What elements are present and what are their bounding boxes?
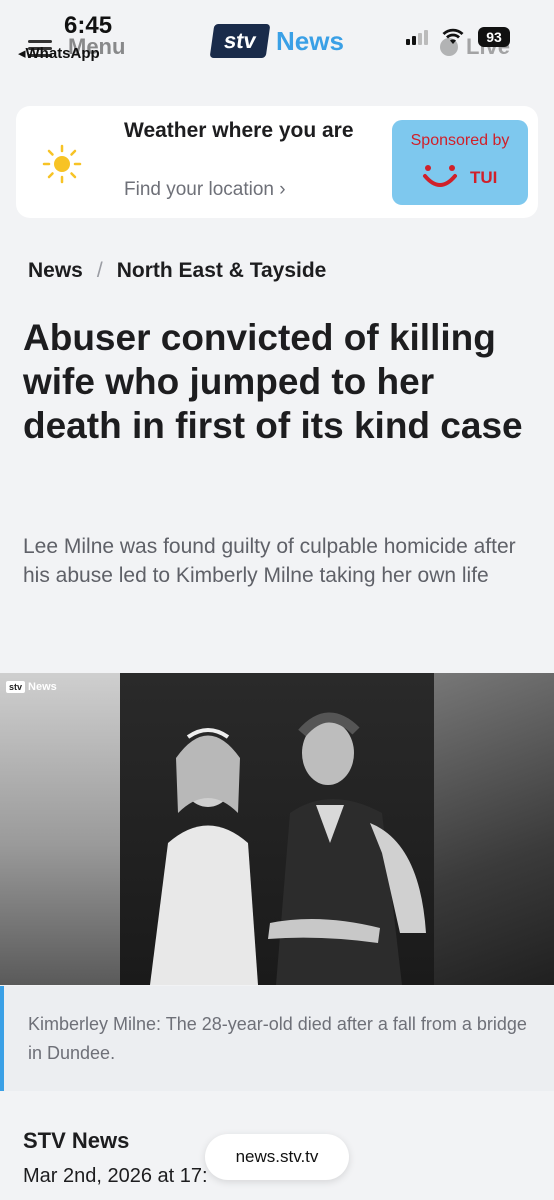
article-photo[interactable]: stv News — [0, 673, 554, 985]
article-author[interactable]: STV News — [23, 1128, 129, 1154]
watermark-news-label: News — [28, 681, 57, 693]
article-headline: Abuser convicted of killing wife who jum… — [23, 317, 523, 446]
back-to-whatsapp-link[interactable]: ◂WhatsApp — [18, 44, 100, 62]
sun-icon — [42, 144, 82, 184]
breadcrumb-north-east-tayside[interactable]: North East & Tayside — [117, 259, 327, 283]
cellular-signal-icon — [406, 30, 428, 45]
tui-logo-icon — [422, 164, 458, 199]
sponsor-label: Sponsored by — [410, 132, 510, 149]
photo-caption: Kimberley Milne: The 28-year-old died af… — [28, 1014, 527, 1063]
photo-caption-box: Kimberley Milne: The 28-year-old died af… — [0, 986, 554, 1091]
browser-url-pill[interactable]: news.stv.tv — [205, 1134, 349, 1180]
breadcrumb-separator: / — [96, 259, 103, 282]
article-standfirst: Lee Milne was found guilty of culpable h… — [23, 535, 516, 587]
sponsor-brand: TUI — [470, 168, 498, 187]
weather-title: Weather where you are — [124, 119, 354, 142]
battery-indicator: 93 — [478, 27, 510, 47]
weather-card[interactable]: Weather where you are Find your location… — [16, 106, 538, 218]
logo-news-text: News — [276, 25, 344, 56]
breadcrumb-news[interactable]: News — [28, 259, 83, 283]
wifi-icon — [442, 26, 464, 52]
find-location-link[interactable]: Find your location › — [124, 179, 286, 201]
photo-wedding-couple — [120, 673, 434, 985]
photo-blurred-left — [0, 673, 120, 985]
photo-blurred-right — [434, 673, 554, 985]
stv-news-logo[interactable]: stv News — [209, 24, 344, 58]
watermark-stv-logo: stv — [6, 681, 26, 693]
breadcrumb: News / North East & Tayside — [28, 259, 326, 283]
article-date: Mar 2nd, 2026 at 17: — [23, 1165, 208, 1187]
status-time: 6:45 — [64, 12, 113, 39]
top-bar: Menu 6:45 ◂WhatsApp stv News Live 93 — [0, 0, 554, 88]
sponsor-box[interactable]: Sponsored by TUI — [392, 120, 528, 205]
stv-logo-mark: stv — [209, 24, 271, 58]
photo-watermark: stv News — [6, 681, 57, 693]
